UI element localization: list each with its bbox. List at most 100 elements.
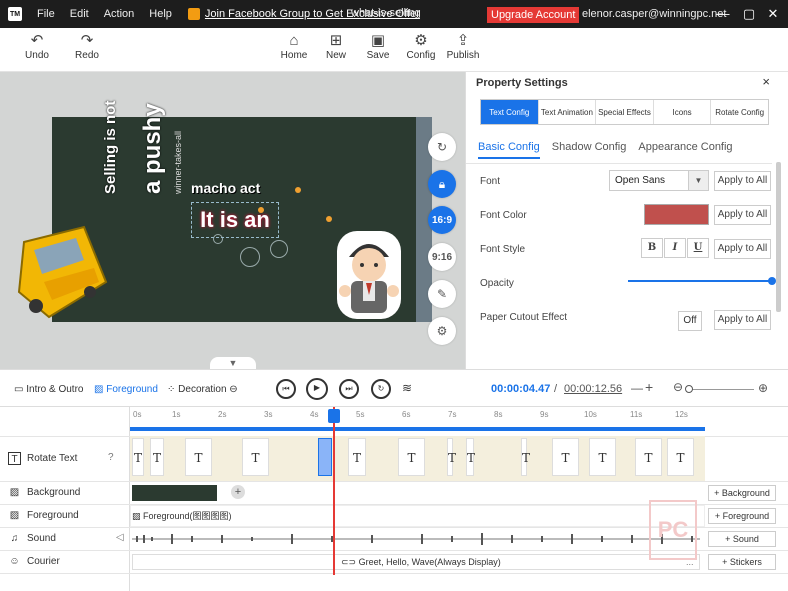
apply-font-style-button[interactable]: Apply to All [714, 239, 771, 259]
rotate-view-button[interactable]: ↻ [428, 133, 456, 161]
add-stickers-button[interactable]: + Stickers [708, 554, 776, 570]
edit-button[interactable]: ✎ [428, 280, 456, 308]
text-clip[interactable]: T [132, 438, 144, 476]
collapse-handle[interactable]: ▼ [210, 357, 256, 369]
loop-button[interactable]: ↻ [371, 379, 391, 399]
menu-edit[interactable]: Edit [70, 8, 89, 20]
zoom-slider-knob[interactable] [685, 385, 693, 393]
add-background-button[interactable]: + Background [708, 485, 776, 501]
play-button[interactable]: ▶ [306, 378, 328, 400]
sound-waveform[interactable] [132, 531, 700, 547]
text-clip[interactable]: T [242, 438, 269, 476]
rotate-text-1[interactable]: Selling is not [102, 101, 119, 194]
new-button[interactable]: ⊞ New [312, 32, 360, 61]
track-rotate-text[interactable]: T Rotate Text [8, 452, 77, 465]
add-background-clip-button[interactable]: + [231, 485, 245, 499]
foreground-button[interactable]: ▨ Foreground [94, 384, 158, 395]
text-clip[interactable]: T [521, 438, 530, 476]
text-clip[interactable]: T [589, 438, 616, 476]
apply-font-color-button[interactable]: Apply to All [714, 205, 771, 225]
paper-cutout-toggle[interactable]: Off [678, 311, 702, 331]
time-plus-button[interactable]: + [645, 379, 653, 395]
zoom-slider[interactable] [690, 389, 754, 390]
zoom-in-icon[interactable]: ⊕ [758, 381, 768, 395]
opacity-slider[interactable] [628, 280, 774, 282]
total-time[interactable]: 00:00:12.56 [564, 383, 622, 395]
opacity-slider-knob[interactable] [768, 277, 776, 285]
undo-button[interactable]: ↶ Undo [13, 32, 61, 61]
tab-text-config[interactable]: Text Config [481, 100, 539, 124]
help-icon[interactable]: ? [108, 452, 114, 463]
menu-file[interactable]: File [37, 8, 55, 20]
menu-help[interactable]: Help [149, 8, 172, 20]
background-clip[interactable] [132, 485, 217, 501]
timeline-ruler[interactable]: 0s 1s 2s 3s 4s 5s 6s 7s 8s 9s 10s 11s 12… [130, 407, 788, 436]
font-color-swatch[interactable] [644, 204, 709, 225]
text-clip[interactable]: T [466, 438, 475, 476]
subtab-appearance-config[interactable]: Appearance Config [638, 141, 732, 159]
rotate-text-4[interactable]: macho act [191, 180, 260, 196]
upgrade-account-button[interactable]: Upgrade Account [487, 7, 580, 23]
apply-cutout-button[interactable]: Apply to All [714, 310, 771, 330]
track-background[interactable]: ▨ Background [8, 486, 81, 499]
decoration-button[interactable]: ⁘ Decoration ⊖ [167, 384, 238, 395]
text-clip[interactable]: T [552, 438, 579, 476]
preview-canvas[interactable]: Selling is not a pushy winner-takes-all … [0, 72, 465, 369]
text-clip[interactable]: T [667, 438, 694, 476]
time-minus-button[interactable]: — [631, 381, 643, 395]
italic-button[interactable]: I [664, 238, 686, 258]
panel-scrollbar[interactable] [776, 162, 781, 312]
add-sound-button[interactable]: + Sound [708, 531, 776, 547]
bold-button[interactable]: B [641, 238, 663, 258]
home-button[interactable]: ⌂ Home [270, 32, 318, 61]
playhead[interactable] [333, 407, 335, 575]
text-clip[interactable]: T [398, 438, 425, 476]
subtab-shadow-config[interactable]: Shadow Config [552, 141, 627, 159]
settings-button[interactable]: ⚙ [428, 317, 456, 345]
publish-button[interactable]: ⇪ Publish [439, 32, 487, 61]
config-button[interactable]: ⚙ Config [397, 32, 445, 61]
selected-text-clip[interactable] [318, 438, 332, 476]
tab-rotate-config[interactable]: Rotate Config [711, 100, 768, 124]
intro-outro-button[interactable]: ▭ Intro & Outro [14, 384, 83, 395]
subtab-basic-config[interactable]: Basic Config [478, 141, 540, 159]
minimize-button[interactable]: — [712, 4, 734, 24]
tab-icons[interactable]: Icons [654, 100, 712, 124]
playhead-handle[interactable] [328, 409, 340, 423]
rotate-text-3[interactable]: winner-takes-all [173, 131, 183, 194]
track-foreground[interactable]: ▨ Foreground [8, 509, 79, 522]
underline-button[interactable]: U [687, 238, 709, 258]
volume-icon[interactable]: ◁ [116, 532, 124, 543]
layers-button[interactable]: ≋ [402, 381, 412, 395]
ratio-9-16-button[interactable]: 9:16 [428, 243, 456, 271]
text-clip[interactable]: T [348, 438, 366, 476]
text-clip[interactable]: T [447, 438, 456, 476]
ratio-16-9-button[interactable]: 16:9 [428, 206, 456, 234]
maximize-button[interactable]: ▢ [738, 4, 760, 24]
panel-close-button[interactable]: × [762, 74, 770, 89]
apply-font-button[interactable]: Apply to All [714, 171, 771, 191]
close-button[interactable]: ✕ [762, 4, 784, 24]
timeline-range-bar[interactable] [130, 427, 705, 431]
menu-action[interactable]: Action [104, 8, 135, 20]
track-courier[interactable]: ☺ Courier [8, 555, 59, 568]
school-bus-sticker[interactable] [14, 222, 108, 322]
font-select[interactable]: Open Sans ▼ [609, 170, 709, 191]
text-clip[interactable]: T [635, 438, 662, 476]
foreground-clip[interactable]: ▨ Foreground(图图图图) [132, 508, 332, 524]
boy-character-sticker[interactable] [335, 229, 403, 321]
save-button[interactable]: ▣ Save [354, 32, 402, 61]
tab-text-animation[interactable]: Text Animation [539, 100, 597, 124]
add-foreground-button[interactable]: + Foreground [708, 508, 776, 524]
tab-special-effects[interactable]: Special Effects [596, 100, 654, 124]
courier-clip[interactable]: ⊂⊃ Greet, Hello, Wave(Always Display) ..… [132, 554, 700, 570]
skip-forward-button[interactable]: ⏭ [339, 379, 359, 399]
selected-text-element[interactable]: It is an [191, 202, 279, 238]
skip-back-button[interactable]: ⏮ [276, 379, 296, 399]
text-clip[interactable]: T [150, 438, 164, 476]
text-clip[interactable]: T [185, 438, 212, 476]
user-email[interactable]: elenor.casper@winningpc.net [582, 8, 726, 20]
zoom-out-icon[interactable]: ⊖ [673, 380, 683, 394]
rotate-text-2[interactable]: a pushy [139, 103, 167, 194]
lock-button[interactable]: 🔒︎ [428, 170, 456, 198]
